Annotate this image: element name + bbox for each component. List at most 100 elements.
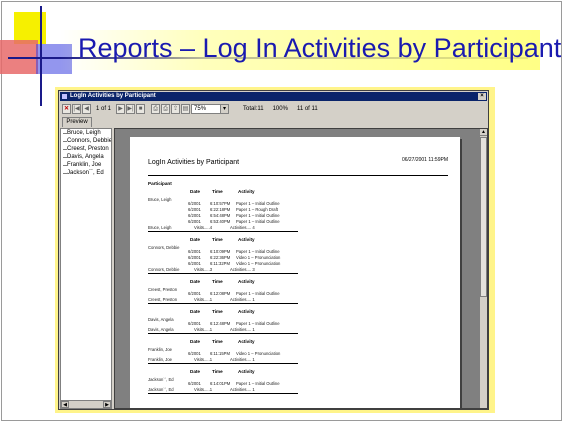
column-header-date: Date (190, 309, 200, 314)
tree-item[interactable]: Jackson``, Ed (61, 169, 111, 177)
row-activity: Paper 1 – Rough Draft (236, 207, 278, 212)
row-time: 6:22:18PM (210, 207, 231, 212)
row-time: 6:11:32PM (210, 261, 230, 266)
decor-vertical-line (40, 6, 42, 106)
row-date: 6/2001 (188, 213, 201, 218)
column-header-date: Date (190, 279, 200, 284)
row-time: 6:11:15PM (210, 351, 230, 356)
scroll-up-icon[interactable]: ▲ (480, 129, 487, 136)
stop-square-icon[interactable]: ■ (136, 104, 146, 114)
column-header-time: Time (212, 309, 223, 314)
row-activity: Paper 1 – Initial Outline (236, 201, 280, 206)
group-name: Jackson``, Ed (148, 377, 174, 382)
group-footer-name: Jackson``, Ed (148, 387, 174, 392)
row-date: 6/2001 (188, 381, 201, 386)
group-separator (148, 303, 298, 304)
row-activity: Video 1 – Pronunciation (236, 351, 281, 356)
group-name: Franklin, Joe (148, 347, 172, 352)
group-tree-icon[interactable]: ▤ (181, 104, 191, 114)
column-header-date: Date (190, 369, 200, 374)
row-time: 6:12:08PM (210, 291, 231, 296)
group-footer-visits: Visits.....4 (194, 225, 213, 230)
tree-horizontal-scrollbar[interactable]: ◀ ▶ (61, 400, 111, 408)
export-icon[interactable]: ⇪ (171, 104, 181, 114)
group-footer-visits: Visits.....1 (194, 387, 213, 392)
close-icon[interactable]: × (478, 93, 486, 100)
tree-item[interactable]: Connors, Debbie (61, 137, 111, 145)
stop-icon[interactable]: ✕ (62, 104, 71, 114)
scroll-thumb[interactable] (480, 137, 487, 297)
tab-preview[interactable]: Preview (62, 117, 92, 127)
chevron-down-icon[interactable]: ▾ (220, 105, 229, 113)
group-footer-visits: Visits.....1 (194, 327, 213, 332)
row-date: 6/2001 (188, 249, 201, 254)
group-name: Davis, Angela (148, 317, 174, 322)
next-page-icon[interactable]: ▶ (116, 104, 126, 114)
tree-item[interactable]: Creest, Preston (61, 145, 111, 153)
total-label: Total:11 (243, 106, 264, 112)
scroll-left-icon[interactable]: ◀ (61, 401, 69, 408)
column-header-activity: Activity (238, 189, 255, 194)
column-header-time: Time (212, 189, 223, 194)
print-icon[interactable]: ⎙ (151, 104, 161, 114)
column-header-date: Date (190, 339, 200, 344)
report-page: LogIn Activities by Participant 06/27/20… (130, 137, 460, 408)
row-time: 6:10:57PM (210, 201, 231, 206)
row-date: 6/2001 (188, 219, 201, 224)
row-time: 6:14:01PM (210, 381, 231, 386)
tree-item[interactable]: Franklin, Joe (61, 161, 111, 169)
group-footer-activities: Activities.... 1 (230, 327, 255, 332)
group-separator (148, 393, 298, 394)
column-header-activity: Activity (238, 369, 255, 374)
scroll-right-icon[interactable]: ▶ (103, 401, 111, 408)
row-time: 6:22:36PM (210, 255, 231, 260)
row-activity: Paper 1 – Initial Outline (236, 321, 280, 326)
last-page-icon[interactable]: ▶| (126, 104, 136, 114)
group-footer-activities: Activities.... 4 (230, 225, 255, 230)
zoom-select[interactable]: 75% ▾ (191, 104, 230, 114)
row-time: 6:54:48PM (210, 213, 231, 218)
column-header-activity: Activity (238, 279, 255, 284)
report-date: 06/27/2001 11:59PM (401, 157, 448, 163)
group-footer-activities: Activities.... 1 (230, 357, 255, 362)
column-header-activity: Activity (238, 309, 255, 314)
group-name: Creest, Preston (148, 287, 178, 292)
window-titlebar[interactable]: LogIn Activities by Participant × (60, 92, 487, 101)
group-footer-name: Franklin, Joe (148, 357, 172, 362)
row-date: 6/2001 (188, 255, 201, 260)
viewer-vertical-scrollbar[interactable]: ▲ (479, 129, 487, 408)
tree-item[interactable]: Davis, Angela (61, 153, 111, 161)
row-activity: Paper 1 – Initial Outline (236, 213, 280, 218)
column-header-date: Date (190, 189, 200, 194)
row-activity: Paper 1 – Initial Outline (236, 381, 280, 386)
printer-setup-icon[interactable]: ⎙ (161, 104, 171, 114)
group-footer-activities: Activities.... 3 (230, 267, 255, 272)
group-footer-name: Creest, Preston (148, 297, 178, 302)
tree-item[interactable]: Bruce, Leigh (61, 129, 111, 137)
report-title-rule (148, 175, 448, 176)
column-header-time: Time (212, 279, 223, 284)
column-header-time: Time (212, 237, 223, 242)
window-title: LogIn Activities by Participant (70, 93, 156, 99)
row-activity: Video 1 – Pronunciation (236, 255, 281, 260)
first-page-icon[interactable]: |◀ (72, 104, 81, 114)
group-footer-visits: Visits.....1 (194, 357, 213, 362)
row-activity: Paper 1 – Initial Outline (236, 249, 280, 254)
group-separator (148, 273, 298, 274)
prev-page-icon[interactable]: ◀ (82, 104, 91, 114)
report-title: LogIn Activities by Participant (148, 159, 240, 166)
row-time: 6:12:48PM (210, 321, 231, 326)
row-date: 6/2001 (188, 207, 201, 212)
group-footer-activities: Activities.... 1 (230, 297, 255, 302)
group-footer-name: Davis, Angela (148, 327, 174, 332)
row-date: 6/2001 (188, 261, 201, 266)
record-count: 11 of 11 (296, 106, 318, 112)
app-icon (62, 94, 67, 99)
participant-header: Participant (148, 181, 172, 186)
row-activity: Paper 1 – Initial Outline (236, 219, 280, 224)
column-header-time: Time (212, 369, 223, 374)
report-viewer: LogIn Activities by Participant 06/27/20… (114, 128, 488, 409)
row-date: 6/2001 (188, 351, 201, 356)
toolbar: ✕ |◀ ◀ 1 of 1 ▶ ▶| ■ ⎙ ⎙ ⇪ ▤ 75% ▾ Total… (60, 102, 487, 116)
column-header-date: Date (190, 237, 200, 242)
